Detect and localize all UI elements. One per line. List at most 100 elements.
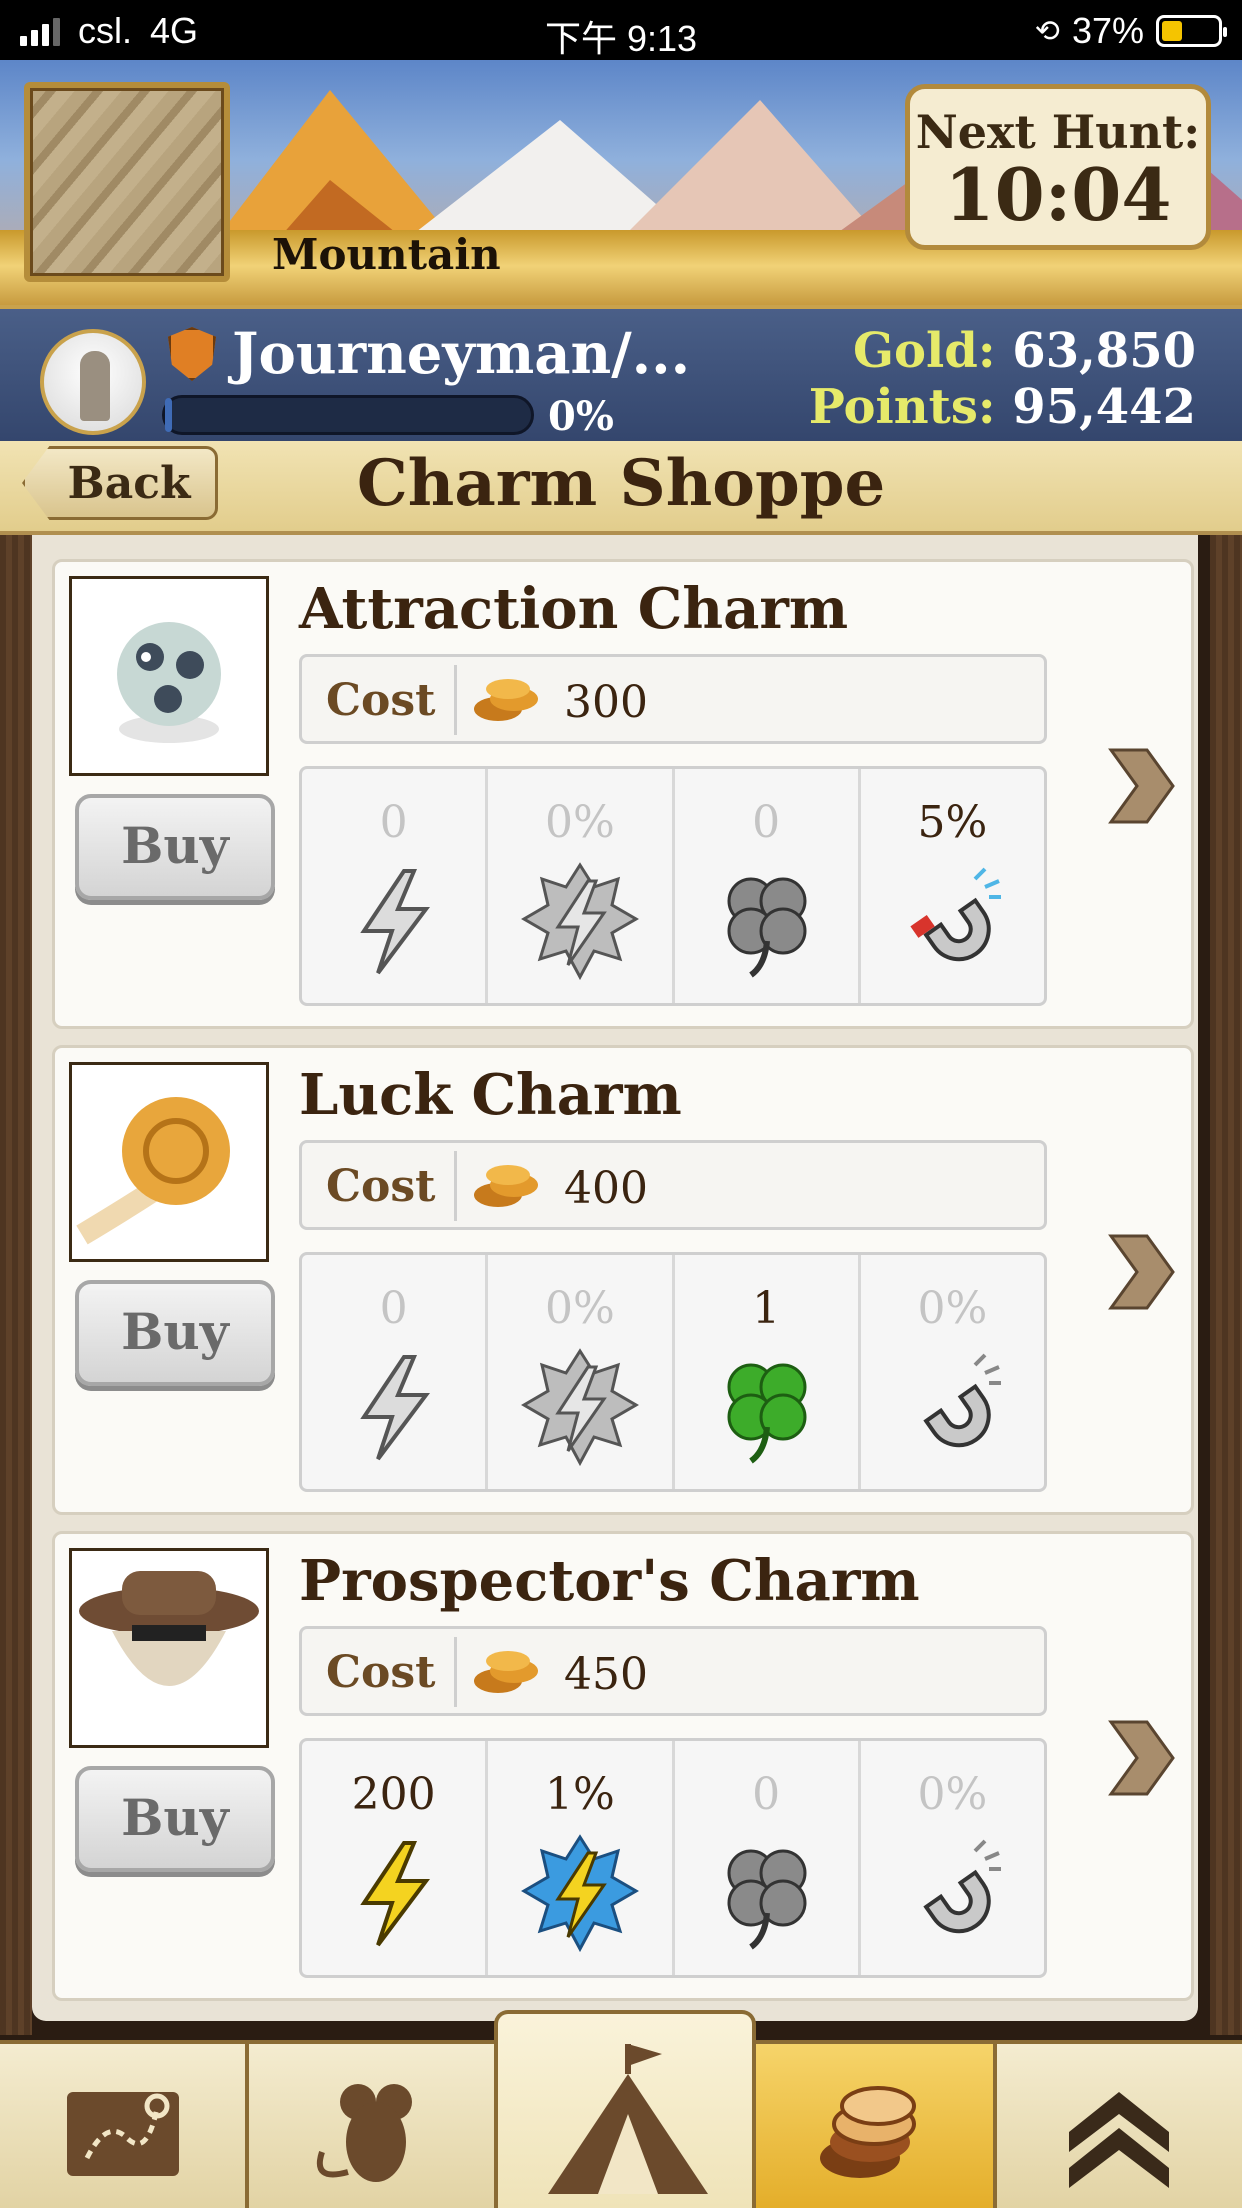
stat-power: 0 xyxy=(302,1255,489,1489)
luck-clover-icon xyxy=(727,877,806,978)
next-hunt-label: Next Hunt: xyxy=(915,105,1201,159)
right-frame xyxy=(1210,535,1242,2035)
stat-power: 0 xyxy=(302,769,489,1003)
stat-luck-value: 1 xyxy=(752,1283,781,1334)
next-hunt-timer[interactable]: Next Hunt: 10:04 xyxy=(905,84,1211,250)
nav-more[interactable] xyxy=(997,2044,1242,2208)
charm-image-prospector[interactable] xyxy=(69,1548,269,1748)
charm-name: Luck Charm xyxy=(299,1062,682,1128)
charm-image-luck[interactable] xyxy=(69,1062,269,1262)
stat-attraction-value: 0% xyxy=(917,1283,988,1334)
location-map-thumbnail[interactable] xyxy=(24,82,230,282)
power-bonus-icon xyxy=(521,1834,640,1953)
stat-luck-value: 0 xyxy=(752,1769,781,1820)
stat-power-value: 0 xyxy=(379,1283,408,1334)
attraction-magnet-icon xyxy=(923,1353,1001,1448)
rank-shield-icon xyxy=(168,327,216,381)
stat-attraction-value: 0% xyxy=(917,1769,988,1820)
nav-mice[interactable] xyxy=(249,2044,499,2208)
player-rank[interactable]: Journeyman/... xyxy=(232,321,690,387)
luck-clover-icon xyxy=(727,1363,806,1464)
charm-image-attraction[interactable] xyxy=(69,576,269,776)
power-icon xyxy=(360,1841,430,1947)
stat-luck-value: 0 xyxy=(752,797,781,848)
power-icon xyxy=(360,869,430,975)
charm-name: Prospector's Charm xyxy=(299,1548,920,1614)
gold-coins-icon xyxy=(474,1651,538,1693)
cost-box: Cost 300 xyxy=(299,654,1047,744)
battery-percent: 37% xyxy=(1071,10,1144,51)
stat-power-bonus-value: 0% xyxy=(544,797,615,848)
attraction-charm-icon xyxy=(117,622,221,743)
buy-button-prospector[interactable]: Buy xyxy=(75,1766,275,1872)
nav-camp[interactable] xyxy=(494,2010,756,2208)
luck-charm-icon xyxy=(76,1097,230,1245)
stat-luck: 0 xyxy=(675,1741,861,1975)
player-stats: Gold: 63,850 Points: 95,442 xyxy=(809,323,1196,435)
cost-box: Cost 450 xyxy=(299,1626,1047,1716)
gold-label: Gold: xyxy=(853,323,996,379)
charm-stats: 0 0% 0 5% xyxy=(299,766,1047,1006)
left-frame xyxy=(0,535,32,2035)
next-hunt-value: 10:04 xyxy=(944,152,1172,237)
camp-tent-icon xyxy=(548,2044,708,2194)
battery-icon xyxy=(1156,15,1227,47)
power-icon xyxy=(360,1355,430,1461)
power-bonus-icon xyxy=(521,862,640,981)
rank-progress-text: 0% xyxy=(548,393,614,440)
points-label: Points: xyxy=(808,379,996,435)
nav-travel[interactable] xyxy=(0,2044,250,2208)
cost-value: 300 xyxy=(564,677,648,728)
chevron-right-icon[interactable] xyxy=(1107,746,1177,826)
stat-power-value: 200 xyxy=(351,1769,436,1820)
gold-coins-icon xyxy=(820,2086,917,2178)
power-bonus-icon xyxy=(521,1348,640,1467)
status-bar: csl. 4G 下午 9:13 ⟲ 37% xyxy=(0,0,1242,60)
stat-power-bonus-value: 0% xyxy=(544,1283,615,1334)
buy-button-attraction[interactable]: Buy xyxy=(75,794,275,900)
charm-name: Attraction Charm xyxy=(299,576,849,642)
attraction-magnet-icon xyxy=(923,1839,1001,1934)
stat-power-bonus: 0% xyxy=(488,1255,675,1489)
attraction-magnet-icon xyxy=(910,867,1001,962)
buy-button-luck[interactable]: Buy xyxy=(75,1280,275,1386)
stat-power-bonus: 0% xyxy=(488,769,675,1003)
stat-power: 200 xyxy=(302,1741,489,1975)
gold-coins-icon xyxy=(474,679,538,721)
cost-box: Cost 400 xyxy=(299,1140,1047,1230)
charm-stats: 0 0% 1 0% xyxy=(299,1252,1047,1492)
stat-luck: 0 xyxy=(675,769,861,1003)
charm-card-attraction: Buy Attraction Charm Cost 300 0 0% 0 5% xyxy=(52,559,1194,1029)
cost-label: Cost xyxy=(326,675,436,726)
charm-card-luck: Buy Luck Charm Cost 400 0 0% 1 0% xyxy=(52,1045,1194,1515)
cost-value: 450 xyxy=(564,1649,648,1700)
back-button[interactable]: Back xyxy=(22,446,218,520)
player-bar: Journeyman/... 0% Gold: 63,850 Points: 9… xyxy=(0,305,1242,445)
player-avatar[interactable] xyxy=(40,329,146,435)
location-name: Mountain xyxy=(272,230,501,279)
rotation-lock-icon: ⟲ xyxy=(1034,14,1060,48)
stat-power-value: 0 xyxy=(379,797,408,848)
stat-luck: 1 xyxy=(675,1255,861,1489)
chevron-right-icon[interactable] xyxy=(1107,1718,1177,1798)
mouse-icon xyxy=(316,2084,412,2182)
stat-attraction-value: 5% xyxy=(917,797,988,848)
cost-label: Cost xyxy=(326,1647,436,1698)
points-value: 95,442 xyxy=(1012,379,1196,435)
prospectors-charm-icon xyxy=(79,1571,259,1686)
rank-progress-bar xyxy=(162,395,534,435)
stat-attraction: 5% xyxy=(861,769,1044,1003)
treasure-map-icon xyxy=(66,2092,179,2176)
stat-power-bonus: 1% xyxy=(488,1741,675,1975)
cost-value: 400 xyxy=(564,1163,648,1214)
cost-label: Cost xyxy=(326,1161,436,1212)
stat-power-bonus-value: 1% xyxy=(544,1769,615,1820)
charm-list[interactable]: Buy Attraction Charm Cost 300 0 0% 0 5% … xyxy=(32,535,1198,2021)
stat-attraction: 0% xyxy=(861,1741,1044,1975)
more-chevrons-icon xyxy=(1069,2092,1170,2188)
stat-attraction: 0% xyxy=(861,1255,1044,1489)
gold-value: 63,850 xyxy=(1012,323,1196,379)
nav-shops[interactable] xyxy=(747,2044,997,2208)
chevron-right-icon[interactable] xyxy=(1107,1232,1177,1312)
gold-coins-icon xyxy=(474,1165,538,1207)
